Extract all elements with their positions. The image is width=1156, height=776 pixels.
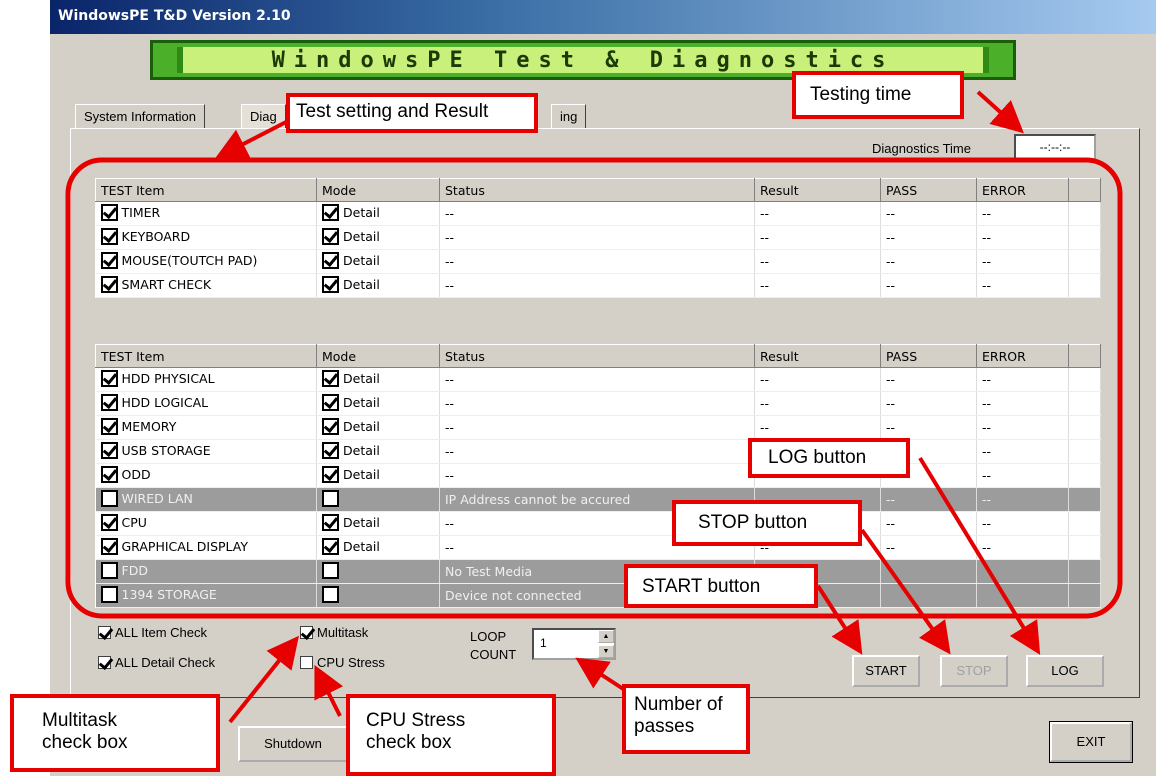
callout-passes-line2: passes bbox=[634, 716, 695, 737]
callout-log-button: LOG button bbox=[748, 438, 910, 478]
annotation-overlay bbox=[65, 90, 1123, 724]
callout-number-of-passes: Number of passes bbox=[622, 684, 750, 754]
callout-start-button: START button bbox=[624, 564, 818, 608]
callout-multitask-line1: Multitask bbox=[42, 710, 117, 731]
callout-cpu-line2: check box bbox=[366, 732, 452, 753]
callout-cpu-stress: CPU Stress check box bbox=[346, 694, 556, 776]
callout-cpu-line1: CPU Stress bbox=[366, 710, 466, 731]
callout-stop-button: STOP button bbox=[672, 500, 862, 546]
callout-multitask: Multitask check box bbox=[10, 694, 220, 772]
arrow-multitask bbox=[228, 635, 299, 724]
callout-passes-line1: Number of bbox=[634, 694, 723, 715]
callout-multitask-line2: check box bbox=[42, 732, 128, 753]
callout-testing-time: Testing time bbox=[792, 71, 964, 119]
arrow-cpu-stress bbox=[314, 664, 344, 717]
arrow-test-setting bbox=[214, 118, 291, 159]
arrow-stop-button bbox=[860, 528, 951, 655]
arrow-log-button bbox=[918, 456, 1041, 655]
results-area-outline bbox=[65, 157, 1123, 619]
callout-test-setting: Test setting and Result bbox=[286, 93, 538, 133]
arrow-testing-time bbox=[976, 90, 1024, 134]
